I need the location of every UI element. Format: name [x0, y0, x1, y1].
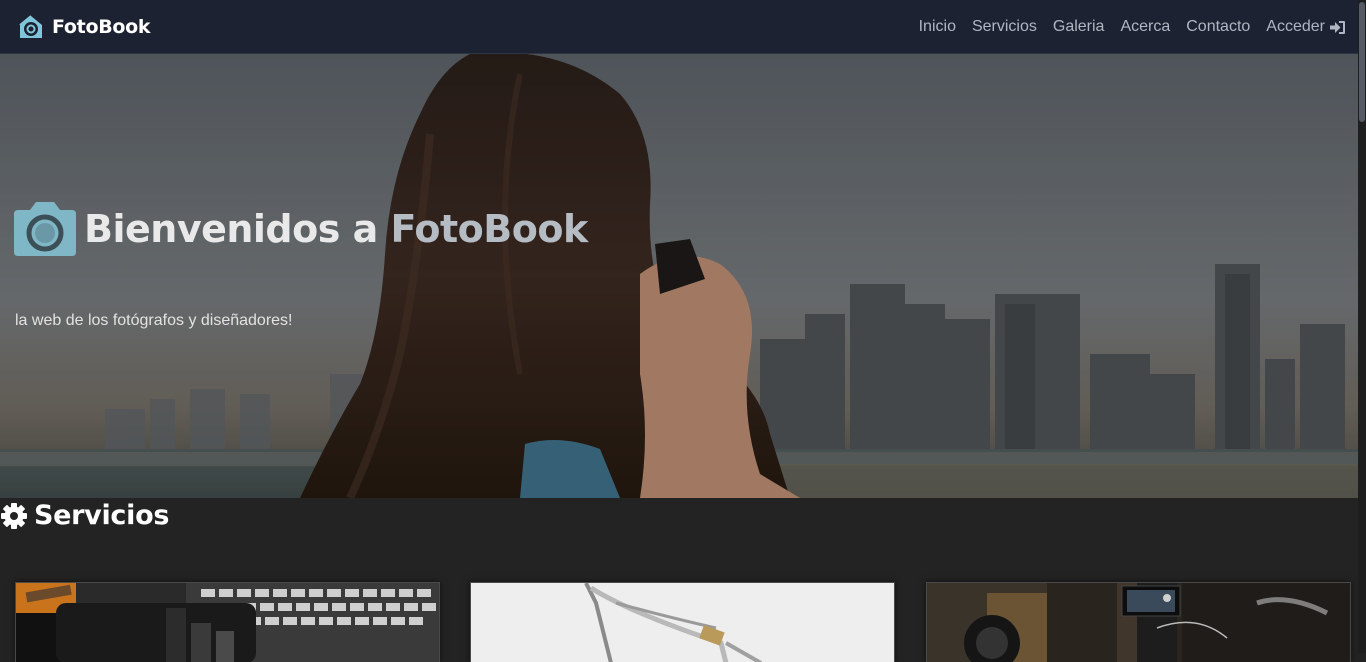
hero-heading: Bienvenidos a FotoBook: [84, 210, 588, 248]
nav-link-servicios[interactable]: Servicios: [972, 18, 1037, 36]
main-nav: Inicio Servicios Galeria Acerca Contacto…: [903, 0, 1346, 54]
sign-in-icon: [1330, 20, 1345, 34]
navbar: FotoBook Inicio Servicios Galeria Acerca…: [0, 0, 1366, 54]
service-card[interactable]: [470, 582, 895, 662]
nav-link-acceder-label: Acceder: [1266, 18, 1325, 35]
service-card-image: [471, 583, 894, 662]
service-card-image: [927, 583, 1350, 662]
service-card[interactable]: [15, 582, 440, 662]
nav-link-acceder[interactable]: Acceder: [1266, 18, 1346, 36]
camera-home-icon: [19, 15, 42, 38]
nav-link-contacto[interactable]: Contacto: [1186, 18, 1250, 36]
service-card[interactable]: [926, 582, 1351, 662]
hero-heading-brand: FotoBook: [390, 207, 588, 251]
camera-icon: [14, 202, 76, 256]
hero-title: Bienvenidos a FotoBook: [14, 202, 588, 256]
scrollbar-thumb[interactable]: [1359, 2, 1365, 122]
nav-link-inicio[interactable]: Inicio: [919, 18, 956, 36]
services-heading-label: Servicios: [34, 500, 170, 531]
brand-name: FotoBook: [52, 16, 151, 38]
brand[interactable]: FotoBook: [18, 12, 151, 42]
service-card-image: [16, 583, 439, 662]
hero-background-photo: [0, 54, 1358, 498]
hero-heading-part1: Bienvenidos a: [84, 207, 391, 251]
page-scrollbar[interactable]: [1358, 0, 1366, 653]
hero-subtitle: la web de los fotógrafos y diseñadores!: [15, 312, 293, 329]
nav-link-acerca[interactable]: Acerca: [1120, 18, 1170, 36]
services-heading: Servicios: [0, 500, 169, 531]
nav-link-galeria[interactable]: Galeria: [1053, 18, 1105, 36]
services-section: Servicios: [0, 498, 1358, 662]
hero-banner: Bienvenidos a FotoBook la web de los fot…: [0, 54, 1358, 498]
gear-icon: [1, 502, 27, 529]
